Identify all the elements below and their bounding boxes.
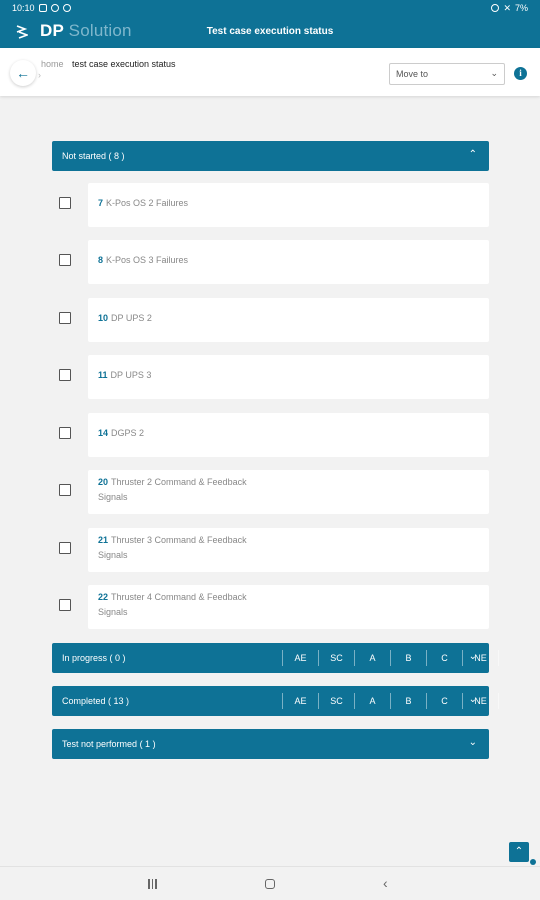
column-ne: NE [462, 693, 498, 709]
chevron-down-icon: ⌄ [490, 68, 498, 78]
column-a: A [354, 693, 390, 709]
column-b: B [390, 650, 426, 666]
scroll-to-top-button[interactable]: ⌃ [509, 842, 529, 862]
column-divider [498, 693, 534, 709]
test-name: DGPS 2 [111, 428, 145, 438]
list-item[interactable]: 22 Thruster 4 Command & Feedback Signals [88, 585, 489, 629]
column-a: A [354, 650, 390, 666]
row-checkbox[interactable] [59, 312, 71, 324]
column-ae: AE [282, 693, 318, 709]
test-name: K-Pos OS 2 Failures [106, 198, 189, 208]
back-nav-icon[interactable]: ‹ [383, 875, 388, 891]
app-bar: DP Solution Test case execution status [0, 16, 540, 48]
test-name: Thruster 2 Command & Feedback Signals [98, 477, 247, 502]
section-label: Test not performed [62, 739, 138, 749]
floating-badge-icon [530, 859, 536, 865]
test-number: 10 [98, 313, 109, 323]
test-name: Thruster 4 Command & Feedback Signals [98, 592, 247, 617]
row-checkbox[interactable] [59, 599, 71, 611]
section-label: In progress [62, 653, 108, 663]
list-item[interactable]: 10 DP UPS 2 [88, 298, 489, 342]
row-checkbox[interactable] [59, 484, 71, 496]
section-header-not-started[interactable]: Not started ( 8 ) ⌃ [52, 141, 489, 171]
section-header-completed[interactable]: Completed ( 13 ) AE SC A B C NE ⌄ [52, 686, 499, 716]
test-name: K-Pos OS 3 Failures [106, 255, 189, 265]
test-name: DP UPS 2 [111, 313, 152, 323]
chevron-down-icon[interactable]: ⌄ [469, 651, 477, 662]
section-header-in-progress[interactable]: In progress ( 0 ) AE SC A B C NE ⌄ [52, 643, 499, 673]
test-number: 7 [98, 198, 104, 208]
test-number: 20 [98, 477, 109, 487]
column-b: B [390, 693, 426, 709]
test-number: 11 [98, 370, 108, 380]
arrow-left-icon: ← [16, 65, 30, 81]
chevron-up-icon: ⌃ [514, 846, 524, 857]
section-label: Not started [62, 151, 107, 161]
status-time: 10:10 [12, 3, 35, 13]
back-button[interactable]: ← [10, 60, 36, 86]
row-checkbox[interactable] [59, 542, 71, 554]
severity-columns: AE SC A B C NE [282, 650, 534, 666]
section-count: ( 1 ) [139, 739, 156, 749]
row-checkbox[interactable] [59, 197, 71, 209]
row-checkbox[interactable] [59, 427, 71, 439]
section-label: Completed [62, 696, 106, 706]
column-sc: SC [318, 650, 354, 666]
alarm-icon [491, 4, 500, 12]
column-divider [498, 650, 534, 666]
system-nav-bar: ‹ [0, 866, 540, 900]
test-number: 14 [98, 428, 109, 438]
test-number: 21 [98, 535, 109, 545]
breadcrumb-separator-icon: › [38, 70, 41, 80]
row-checkbox[interactable] [59, 369, 71, 381]
mute-icon: ✕ [503, 2, 511, 13]
list-item[interactable]: 11 DP UPS 3 [88, 355, 489, 399]
chevron-up-icon[interactable]: ⌃ [469, 149, 477, 160]
section-count: ( 0 ) [109, 653, 126, 663]
list-item[interactable]: 20 Thruster 2 Command & Feedback Signals [88, 470, 489, 514]
section-count: ( 8 ) [108, 151, 125, 161]
column-c: C [426, 650, 462, 666]
list-item[interactable]: 14 DGPS 2 [88, 413, 489, 457]
test-number: 22 [98, 592, 109, 602]
test-number: 8 [98, 255, 104, 265]
app-notification-icon [62, 4, 71, 12]
column-sc: SC [318, 693, 354, 709]
breadcrumb-current: test case execution status [72, 59, 176, 69]
chevron-down-icon[interactable]: ⌄ [469, 694, 477, 705]
chevron-down-icon[interactable]: ⌄ [469, 737, 477, 748]
list-item[interactable]: 7 K-Pos OS 2 Failures [88, 183, 489, 227]
severity-columns: AE SC A B C NE [282, 693, 534, 709]
list-item[interactable]: 21 Thruster 3 Command & Feedback Signals [88, 528, 489, 572]
breadcrumb-home[interactable]: home [41, 59, 64, 69]
sub-header: ← home › test case execution status Move… [0, 48, 540, 96]
info-icon[interactable]: i [514, 67, 527, 80]
section-count: ( 13 ) [108, 696, 130, 706]
column-c: C [426, 693, 462, 709]
test-name: DP UPS 3 [110, 370, 152, 380]
column-ae: AE [282, 650, 318, 666]
move-to-value: Move to [396, 69, 429, 79]
test-name: Thruster 3 Command & Feedback Signals [98, 535, 247, 560]
home-icon[interactable] [265, 879, 275, 889]
status-bar: 10:10 ✕ 7% [0, 0, 540, 16]
list-item[interactable]: 8 K-Pos OS 3 Failures [88, 240, 489, 284]
recent-apps-icon[interactable] [148, 879, 158, 889]
page-title: Test case execution status [206, 26, 334, 37]
column-ne: NE [462, 650, 498, 666]
move-to-select[interactable]: Move to ⌄ [389, 63, 505, 85]
gallery-notification-icon [38, 4, 47, 12]
sync-notification-icon [50, 4, 59, 12]
row-checkbox[interactable] [59, 254, 71, 266]
section-header-not-performed[interactable]: Test not performed ( 1 ) ⌄ [52, 729, 489, 759]
battery-percent: 7% [514, 3, 528, 13]
